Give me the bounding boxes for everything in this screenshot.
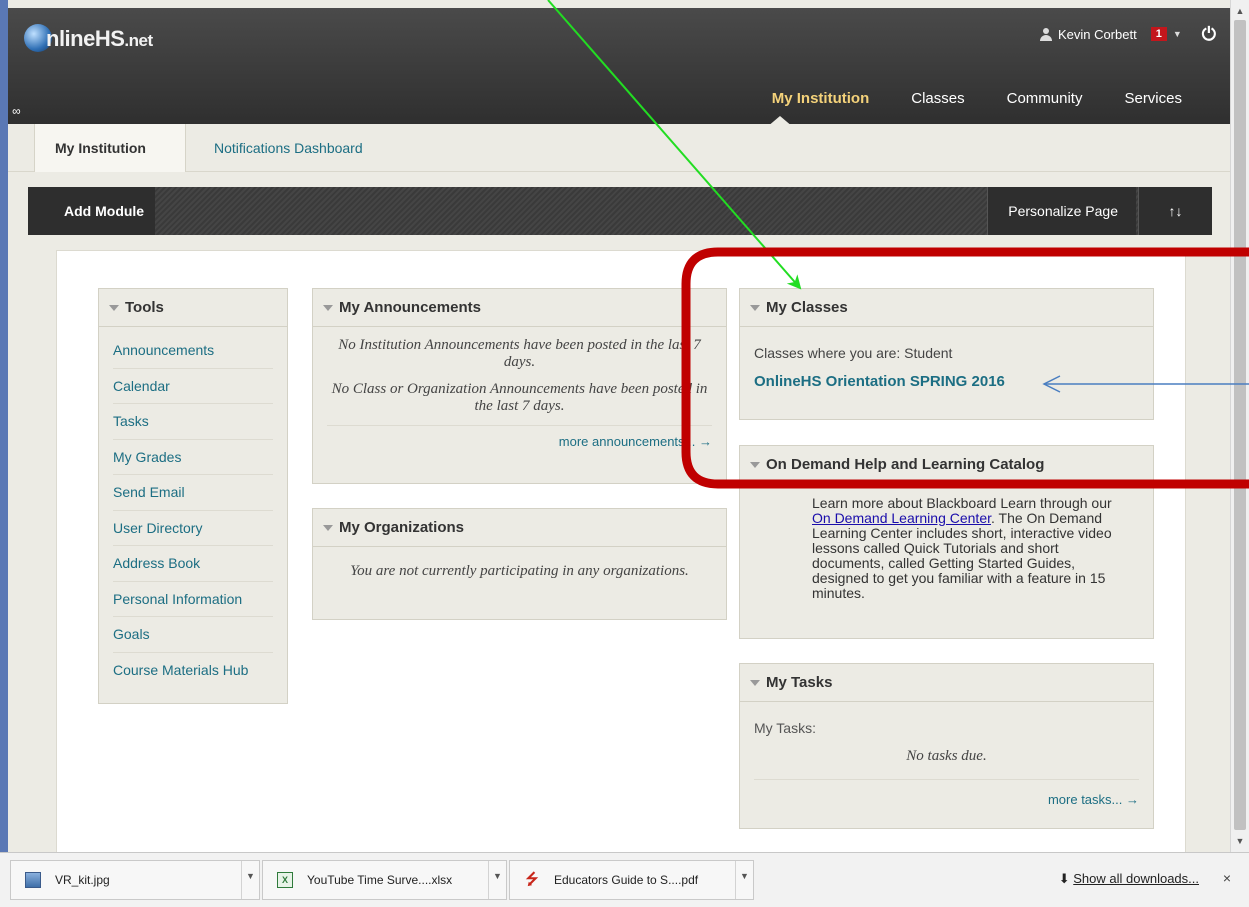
- page-viewport: nlineHS.net ∞ Kevin Corbett 1 ▼ ⏻ My Ins…: [8, 0, 1230, 852]
- chevron-down-icon[interactable]: ▼: [488, 861, 506, 899]
- tasks-empty: No tasks due.: [754, 748, 1139, 780]
- organizations-empty: You are not currently participating in a…: [350, 563, 689, 579]
- pdf-file-icon: ⭍: [525, 871, 539, 888]
- tasks-header[interactable]: My Tasks: [740, 664, 1153, 702]
- announcements-body: No Institution Announcements have been p…: [313, 327, 726, 415]
- download-item[interactable]: ⭍ Educators Guide to S....pdf ▼: [509, 860, 754, 900]
- organizations-header[interactable]: My Organizations: [313, 509, 726, 547]
- download-item[interactable]: X YouTube Time Surve....xlsx ▼: [262, 860, 507, 900]
- collapse-icon[interactable]: [750, 305, 760, 312]
- tool-link-send-email[interactable]: Send Email: [113, 475, 273, 511]
- tool-link-my-grades[interactable]: My Grades: [113, 440, 273, 475]
- organizations-module: My Organizations You are not currently p…: [312, 508, 727, 620]
- link-edit-icon[interactable]: ∞: [12, 104, 21, 118]
- institution-announcements-empty: No Institution Announcements have been p…: [338, 337, 701, 370]
- power-icon[interactable]: ⏻: [1202, 24, 1216, 45]
- tool-link-calendar[interactable]: Calendar: [113, 369, 273, 404]
- help-module: On Demand Help and Learning Catalog Lear…: [739, 445, 1154, 639]
- classes-body: Classes where you are: Student OnlineHS …: [740, 327, 1153, 390]
- nav-community[interactable]: Community: [1007, 90, 1083, 107]
- tool-link-user-directory[interactable]: User Directory: [113, 511, 273, 546]
- tools-module: Tools Announcements Calendar Tasks My Gr…: [98, 288, 288, 704]
- collapse-icon[interactable]: [750, 462, 760, 469]
- scroll-down-icon[interactable]: ▼: [1231, 832, 1249, 850]
- site-header: nlineHS.net ∞ Kevin Corbett 1 ▼ ⏻ My Ins…: [8, 8, 1230, 127]
- classes-role-label: Classes where you are: Student: [754, 345, 953, 361]
- more-announcements-link[interactable]: more announcements... →: [327, 425, 712, 449]
- class-announcements-empty: No Class or Organization Announcements h…: [331, 381, 708, 414]
- module-toolbar: Add Module Personalize Page ↑↓: [28, 187, 1212, 235]
- tool-link-tasks[interactable]: Tasks: [113, 404, 273, 440]
- collapse-icon[interactable]: [109, 305, 119, 312]
- reorder-icon[interactable]: ↑↓: [1138, 187, 1212, 235]
- chevron-down-icon[interactable]: ▼: [241, 861, 259, 899]
- download-icon: ⬇: [1058, 871, 1070, 886]
- tasks-module: My Tasks My Tasks: No tasks due. more ta…: [739, 663, 1154, 829]
- personalize-page-button[interactable]: Personalize Page: [987, 187, 1136, 235]
- help-body: Learn more about Blackboard Learn throug…: [812, 495, 1112, 601]
- nav-classes[interactable]: Classes: [911, 90, 964, 107]
- site-logo[interactable]: nlineHS.net: [24, 22, 174, 58]
- tool-link-personal-information[interactable]: Personal Information: [113, 582, 273, 617]
- scroll-up-icon[interactable]: ▲: [1231, 2, 1249, 20]
- tool-link-address-book[interactable]: Address Book: [113, 546, 273, 582]
- tools-header[interactable]: Tools: [99, 289, 287, 327]
- show-all-downloads-link[interactable]: ⬇ Show all downloads...: [1059, 871, 1199, 887]
- image-file-icon: [25, 872, 41, 888]
- page-scrollbar[interactable]: ▲ ▼: [1230, 0, 1249, 852]
- scroll-thumb[interactable]: [1234, 20, 1246, 830]
- tool-link-course-materials-hub[interactable]: Course Materials Hub: [113, 653, 273, 689]
- tool-link-goals[interactable]: Goals: [113, 617, 273, 653]
- collapse-icon[interactable]: [323, 305, 333, 312]
- help-header[interactable]: On Demand Help and Learning Catalog: [740, 446, 1153, 484]
- user-name[interactable]: Kevin Corbett: [1058, 27, 1137, 42]
- nav-services[interactable]: Services: [1124, 90, 1182, 107]
- classes-module: My Classes Classes where you are: Studen…: [739, 288, 1154, 420]
- course-link[interactable]: OnlineHS Orientation SPRING 2016: [754, 373, 1139, 390]
- logo-text: nlineHS.net: [46, 26, 153, 51]
- collapse-icon[interactable]: [750, 680, 760, 687]
- tasks-label: My Tasks:: [754, 720, 816, 736]
- download-item[interactable]: VR_kit.jpg ▼: [10, 860, 260, 900]
- downloads-bar: VR_kit.jpg ▼ X YouTube Time Surve....xls…: [0, 852, 1249, 907]
- tab-my-institution[interactable]: My Institution: [34, 124, 186, 172]
- chevron-down-icon[interactable]: ▼: [1173, 29, 1182, 39]
- notification-badge[interactable]: 1: [1150, 27, 1167, 41]
- classes-header[interactable]: My Classes: [740, 289, 1153, 327]
- tool-link-announcements[interactable]: Announcements: [113, 333, 273, 369]
- tasks-body: My Tasks: No tasks due. more tasks... →: [740, 702, 1153, 807]
- tab-notifications-dashboard[interactable]: Notifications Dashboard: [214, 124, 363, 172]
- collapse-icon[interactable]: [323, 525, 333, 532]
- excel-file-icon: X: [277, 872, 293, 888]
- announcements-module: My Announcements No Institution Announce…: [312, 288, 727, 484]
- tools-list: Announcements Calendar Tasks My Grades S…: [99, 327, 287, 688]
- add-module-button[interactable]: Add Module: [28, 187, 155, 235]
- announcements-header[interactable]: My Announcements: [313, 289, 726, 327]
- main-nav: My Institution Classes Community Service…: [772, 90, 1182, 107]
- window-frame-left: [0, 0, 8, 907]
- user-menu[interactable]: Kevin Corbett 1 ▼ ⏻: [1039, 22, 1216, 46]
- nav-my-institution[interactable]: My Institution: [772, 90, 870, 107]
- close-icon[interactable]: ×: [1223, 870, 1231, 886]
- more-tasks-link[interactable]: more tasks... →: [754, 780, 1139, 807]
- user-icon: [1039, 27, 1052, 41]
- sub-tabs: My Institution Notifications Dashboard: [8, 124, 1230, 172]
- chevron-down-icon[interactable]: ▼: [735, 861, 753, 899]
- on-demand-learning-center-link[interactable]: On Demand Learning Center: [812, 510, 991, 526]
